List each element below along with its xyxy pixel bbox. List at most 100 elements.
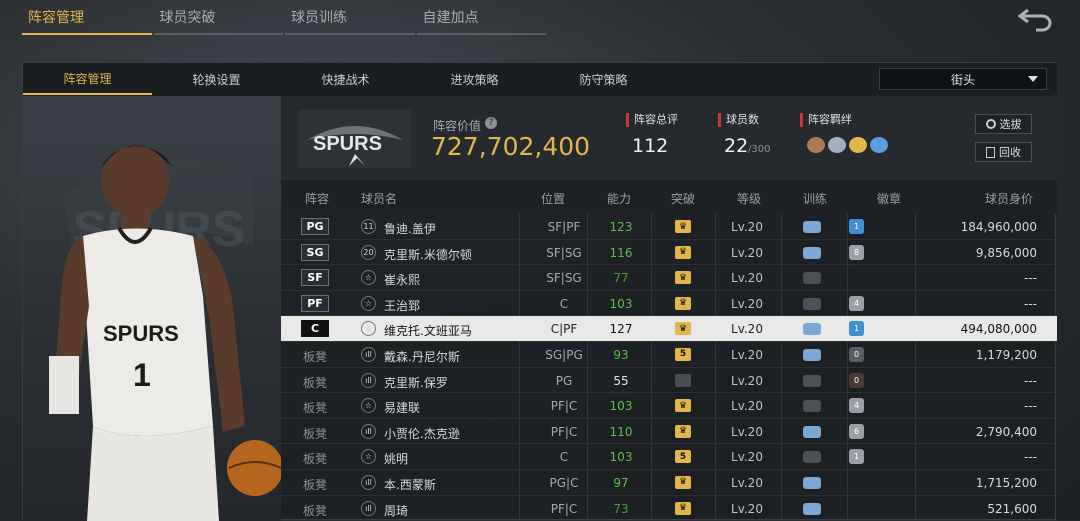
player-level: Lv.20 [731, 501, 763, 516]
player-name: 戴森.丹尼尔斯 [384, 349, 460, 364]
player-level: Lv.20 [731, 322, 763, 337]
table-header: 阵容 球员名 位置 能力 突破 等级 训练 徽章 球员身价 [281, 180, 1057, 214]
player-value: --- [1024, 271, 1037, 286]
player-name: 克里斯.米德尔顿 [384, 247, 472, 262]
recall-button[interactable]: 回收 [975, 142, 1032, 162]
top-tab-1[interactable]: 球员突破 [153, 0, 283, 35]
player-position: PG|C [549, 475, 579, 490]
player-level: Lv.20 [731, 296, 763, 311]
player-value: 521,600 [987, 501, 1037, 516]
lineup-value: 727,702,400 [431, 132, 591, 161]
training-icon [803, 246, 821, 259]
select-button[interactable]: 选拔 [975, 114, 1032, 134]
crown-icon: ♛ [675, 296, 691, 310]
player-position: SF|SG [546, 271, 582, 286]
player-ability: 77 [613, 271, 629, 286]
player-ability: 116 [609, 245, 633, 260]
top-tab-2[interactable]: 球员训练 [285, 0, 415, 35]
training-icon [803, 451, 821, 464]
back-arrow-icon[interactable] [1016, 6, 1054, 32]
training-icon [803, 297, 821, 310]
player-ability: 93 [613, 347, 629, 362]
top-tab-bar: 阵容管理 球员突破 球员训练 自建加点 [22, 0, 548, 38]
player-name: 小贾伦.杰克逊 [384, 426, 460, 441]
table-row[interactable]: 板凳ıll小贾伦.杰克逊PF|C110♛Lv.20862,790,400 [281, 419, 1057, 445]
player-value: 494,080,000 [960, 322, 1037, 337]
badge-icon: 1 [849, 219, 864, 234]
player-name: 周琦 [384, 503, 409, 518]
player-number-icon: ıll [361, 423, 376, 439]
player-ability: 110 [609, 424, 633, 439]
slot-badge: SF [301, 269, 329, 287]
player-number-icon: ☆ [361, 270, 376, 286]
select-button-label: 选拔 [999, 118, 1022, 131]
svg-text:SPURS: SPURS [313, 133, 382, 155]
player-level: Lv.20 [731, 220, 763, 234]
col-ability: 能力 [607, 192, 632, 206]
player-count-label: 球员数 [718, 113, 759, 127]
bond-people-icon [849, 137, 867, 153]
featured-player-art: SPURS SPURS 1 [23, 96, 281, 521]
roster-table: PG11鲁迪.盖伊SF|PF123♛Lv.2013221184,960,000S… [281, 214, 1057, 521]
table-row[interactable]: PG11鲁迪.盖伊SF|PF123♛Lv.2013221184,960,000 [281, 214, 1057, 240]
table-row[interactable]: 板凳☆姚明C1035Lv.20111--- [281, 444, 1057, 470]
table-row[interactable]: C◆维克托.文班亚马C|PF127♛Lv.207721494,080,000 [281, 316, 1057, 342]
table-row[interactable]: 板凳 ıll 本.西蒙斯 PG|C 97 ♛ Lv.20 1,715,200 [281, 470, 1057, 496]
sub-tab-0[interactable]: 阵容管理 [23, 63, 152, 95]
mode-select[interactable]: 街头 [879, 68, 1047, 90]
breakthrough-level-icon: 5 [675, 347, 691, 361]
crown-icon: ♛ [675, 399, 691, 413]
slot-label: 板凳 [303, 375, 328, 390]
slot-badge: C [301, 320, 329, 338]
player-level: Lv.20 [731, 347, 763, 362]
player-position: C [559, 450, 569, 465]
player-number-icon: ıll [361, 500, 376, 516]
help-icon[interactable]: ? [485, 117, 497, 129]
player-level: Lv.20 [731, 271, 763, 286]
table-row[interactable]: PF☆王治郅C103♛Lv.2084--- [281, 291, 1057, 317]
bond-people-icon [807, 137, 825, 153]
player-ability: 103 [609, 296, 633, 311]
table-row[interactable]: 板凳 ıll 周琦 PF|C 73 ♛ Lv.20 521,600 [281, 496, 1057, 521]
breakthrough-level-icon: 5 [675, 450, 691, 464]
crown-icon: ♛ [675, 322, 691, 336]
player-number-icon: ☆ [361, 295, 376, 311]
badge-icon: 4 [849, 398, 864, 414]
sub-tab-1[interactable]: 轮换设置 [152, 63, 281, 95]
player-position: PG [555, 373, 573, 388]
player-position: C [559, 296, 569, 311]
sub-tab-4[interactable]: 防守策略 [539, 63, 668, 95]
player-level: Lv.20 [731, 399, 763, 414]
player-level: Lv.20 [731, 373, 763, 388]
badge-icon: 8 [849, 244, 864, 260]
player-name: 维克托.文班亚马 [384, 324, 472, 339]
top-tab-3[interactable]: 自建加点 [416, 0, 546, 35]
player-level: Lv.20 [731, 450, 763, 465]
player-value: --- [1024, 373, 1037, 388]
slot-badge: SG [301, 243, 329, 261]
refresh-icon [985, 119, 996, 129]
sub-tab-3[interactable]: 进攻策略 [410, 63, 539, 95]
mode-select-value: 街头 [950, 72, 975, 87]
table-row[interactable]: SG20克里斯.米德尔顿SF|SG116♛Lv.202389,856,000 [281, 240, 1057, 266]
slot-label: 板凳 [303, 426, 328, 441]
sub-tab-2[interactable]: 快捷战术 [281, 63, 410, 95]
table-row[interactable]: 板凳☆易建联PF|C103♛Lv.2044--- [281, 393, 1057, 419]
slot-label: 板凳 [303, 503, 328, 518]
player-number-icon: ☆ [361, 449, 376, 465]
player-value: --- [1024, 450, 1037, 465]
player-ability: 97 [613, 475, 629, 490]
table-row[interactable]: 板凳ıll戴森.丹尼尔斯SG|PG935Lv.20701,179,200 [281, 342, 1057, 368]
training-icon [803, 400, 821, 413]
breakthrough-locked-icon [675, 373, 691, 387]
table-row[interactable]: SF ☆ 崔永熙 SF|SG 77 ♛ Lv.20 --- [281, 265, 1057, 291]
player-value: 1,715,200 [975, 475, 1037, 490]
player-value: 2,790,400 [975, 424, 1037, 439]
table-row[interactable]: 板凳 ıll 克里斯.保罗 PG 55 Lv.20 0 --- [281, 368, 1057, 394]
player-number-icon: ☆ [361, 398, 376, 414]
badge-icon: 1 [849, 321, 864, 337]
player-name: 易建联 [384, 401, 421, 416]
top-tab-0[interactable]: 阵容管理 [22, 0, 152, 35]
bond-icons[interactable] [807, 137, 888, 153]
player-number-icon: 20 [361, 244, 376, 260]
